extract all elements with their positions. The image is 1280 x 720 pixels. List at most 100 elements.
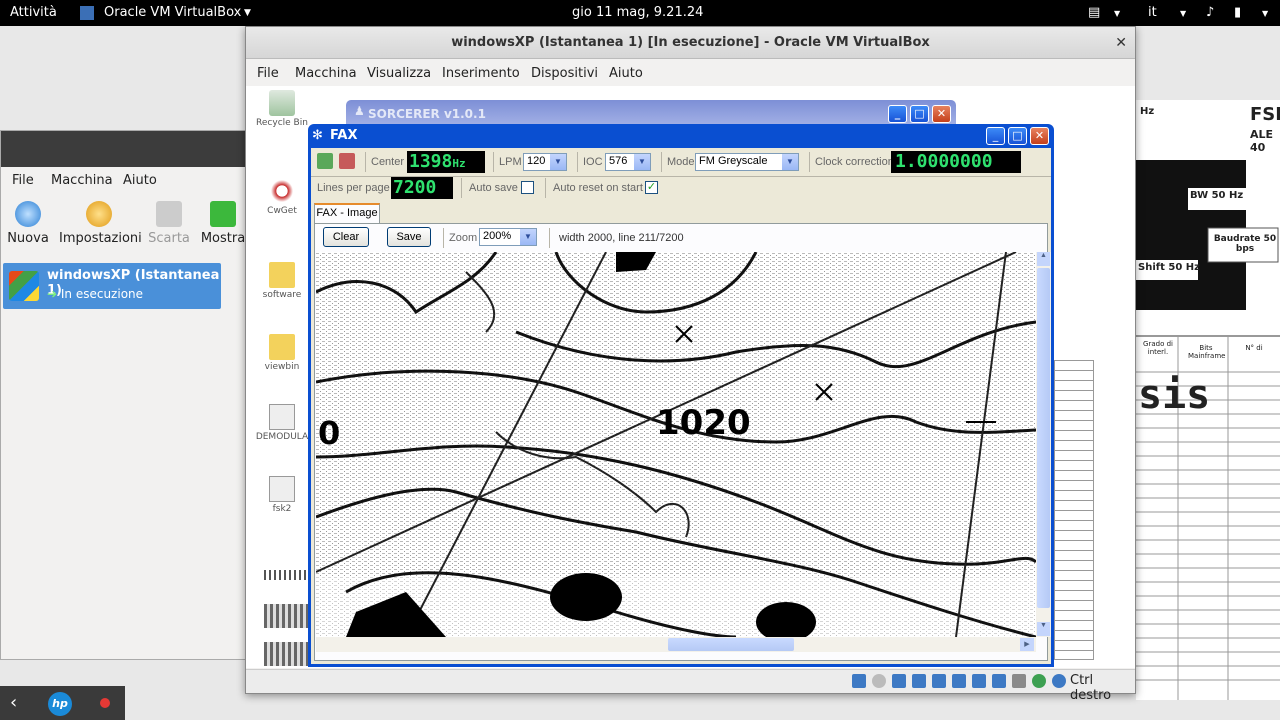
maximize-icon[interactable]: □ <box>910 105 929 123</box>
fax-window: ✻ FAX _ □ ✕ Center 1398Hz LPM 120 ▼ IOC 5… <box>308 124 1054 667</box>
toolbar-separator <box>443 228 444 248</box>
binary-icon[interactable] <box>264 570 308 580</box>
horizontal-scroll-thumb[interactable] <box>668 638 794 651</box>
zoom-select[interactable]: 200% ▼ <box>479 228 537 246</box>
volume-icon[interactable]: ♪ <box>1206 5 1214 20</box>
audio-icon[interactable] <box>892 674 906 688</box>
lines-per-page-label: Lines per page <box>317 182 390 194</box>
vm-list-item[interactable]: windowsXP (Istantanea 1) ➔ In esecuzione <box>3 263 221 309</box>
vm-menubar: File Macchina Visualizza Inserimento Dis… <box>246 60 1135 86</box>
lines-per-page-display[interactable]: 7200 <box>391 177 453 199</box>
discard-button[interactable]: Scarta <box>139 201 199 246</box>
gnome-top-bar: Attività Oracle VM VirtualBox ▼ gio 11 m… <box>0 0 1280 26</box>
display-icon[interactable] <box>972 674 986 688</box>
fax-image-view[interactable]: 1020 0 <box>316 252 1036 637</box>
ioc-select[interactable]: 576 ▼ <box>605 153 651 171</box>
menu-file[interactable]: File <box>257 66 279 81</box>
close-icon[interactable]: ✕ <box>932 105 951 123</box>
scroll-down-arrow-icon[interactable]: ▼ <box>1037 622 1050 636</box>
desktop-icon-cwget[interactable]: CwGet <box>252 178 312 216</box>
scroll-right-arrow-icon[interactable]: ▶ <box>1020 638 1034 651</box>
minimize-icon[interactable]: _ <box>888 105 907 123</box>
background-document: Hz FSKI ALE 40 BW 50 Hz Baudrate 50 bps … <box>1136 100 1280 700</box>
menu-file[interactable]: File <box>12 173 34 188</box>
doc-col: N° di <box>1245 344 1263 352</box>
clipboard-icon[interactable]: ▤ <box>1088 5 1100 20</box>
file-icon[interactable] <box>264 604 308 628</box>
show-button[interactable]: Mostra <box>193 201 253 246</box>
desktop-icon-software[interactable]: software <box>252 262 312 300</box>
vertical-scroll-thumb[interactable] <box>1037 268 1050 608</box>
cd-icon[interactable] <box>872 674 886 688</box>
video-capture-icon[interactable] <box>992 674 1006 688</box>
lpm-select[interactable]: 120 ▼ <box>523 153 567 171</box>
save-button[interactable]: Save <box>387 227 431 247</box>
menu-aiuto[interactable]: Aiuto <box>609 66 643 81</box>
vertical-scrollbar[interactable]: ▲ ▼ <box>1036 252 1051 637</box>
network-icon[interactable] <box>912 674 926 688</box>
horizontal-scrollbar[interactable]: ▶ <box>316 637 1036 652</box>
center-unit: Hz <box>452 157 466 170</box>
desktop-icon-viewbin[interactable]: viewbin <box>252 334 312 372</box>
desktop-icon-label: fsk2 <box>272 504 292 514</box>
lpm-label: LPM <box>499 156 522 168</box>
virtualbox-icon <box>80 6 94 20</box>
manager-menubar: File Macchina Aiuto <box>1 169 251 191</box>
hp-icon[interactable]: hp <box>48 692 72 716</box>
new-button[interactable]: Nuova <box>0 201 58 246</box>
sorcerer-icon: ♟ <box>354 104 365 118</box>
menu-dispositivi[interactable]: Dispositivi <box>531 66 598 81</box>
battery-icon[interactable]: ▮ <box>1234 5 1241 20</box>
hdd-icon[interactable] <box>852 674 866 688</box>
menu-macchina[interactable]: Macchina <box>51 173 113 188</box>
clock-correction-display[interactable]: 1.0000000 <box>891 151 1021 173</box>
file-icon[interactable] <box>264 642 308 666</box>
desktop-icon-label: software <box>262 290 302 300</box>
activities-button[interactable]: Attività <box>10 5 57 20</box>
auto-reset-checkbox[interactable]: ✓ <box>645 181 658 194</box>
usb-icon[interactable] <box>932 674 946 688</box>
settings-button[interactable]: Impostazioni <box>59 201 142 246</box>
toolbar-separator <box>461 178 462 198</box>
chevron-down-icon: ▼ <box>634 154 650 170</box>
guest-display[interactable]: Recycle Bin CwGet software viewbin DEMOD… <box>246 86 1135 668</box>
fax-client: Center 1398Hz LPM 120 ▼ IOC 576 ▼ Mode FM … <box>311 148 1051 664</box>
back-icon[interactable]: ‹ <box>10 692 17 713</box>
stop-icon[interactable] <box>339 153 355 169</box>
cpu-icon[interactable] <box>1012 674 1026 688</box>
shared-folder-icon[interactable] <box>952 674 966 688</box>
doc-label: Baudrate 50 bps <box>1213 234 1277 254</box>
desktop-icon-fsk2[interactable]: fsk2 <box>252 476 312 514</box>
close-icon[interactable]: ✕ <box>1030 127 1049 145</box>
new-label: Nuova <box>7 231 49 246</box>
minimize-icon[interactable]: _ <box>986 127 1005 145</box>
show-arrow-icon <box>210 201 236 227</box>
mouse-integration-icon[interactable] <box>1032 674 1046 688</box>
image-status: width 2000, line 211/7200 <box>559 232 684 244</box>
app-menu[interactable]: Oracle VM VirtualBox <box>104 5 241 20</box>
clear-button[interactable]: Clear <box>323 227 369 247</box>
vm-statusbar: Ctrl destro <box>246 669 1135 703</box>
zoom-label: Zoom <box>449 232 478 244</box>
vm-state-text: In esecuzione <box>60 287 144 301</box>
toolbar-separator <box>661 152 662 172</box>
menu-visualizza[interactable]: Visualizza <box>367 66 431 81</box>
desktop-icon-recycle-bin[interactable]: Recycle Bin <box>252 90 312 128</box>
language-indicator[interactable]: it <box>1148 5 1157 20</box>
scroll-up-arrow-icon[interactable]: ▲ <box>1037 252 1050 266</box>
close-icon[interactable]: ✕ <box>1115 27 1127 59</box>
maximize-icon[interactable]: □ <box>1008 127 1027 145</box>
center-frequency-display[interactable]: 1398Hz <box>407 151 485 173</box>
desktop-icon-demodula[interactable]: DEMODULA <box>252 404 312 442</box>
menu-aiuto[interactable]: Aiuto <box>123 173 157 188</box>
doc-label: Shift 50 Hz <box>1138 262 1200 273</box>
tab-fax-image[interactable]: FAX - Image <box>314 203 380 223</box>
clock[interactable]: gio 11 mag, 9.21.24 <box>572 5 703 20</box>
start-icon[interactable] <box>317 153 333 169</box>
menu-inserimento[interactable]: Inserimento <box>442 66 520 81</box>
record-icon[interactable] <box>100 698 110 708</box>
auto-save-checkbox[interactable] <box>521 181 534 194</box>
menu-macchina[interactable]: Macchina <box>295 66 357 81</box>
chevron-down-icon: ▼ <box>1262 9 1269 18</box>
mode-select[interactable]: FM Greyscale ▼ <box>695 153 799 171</box>
